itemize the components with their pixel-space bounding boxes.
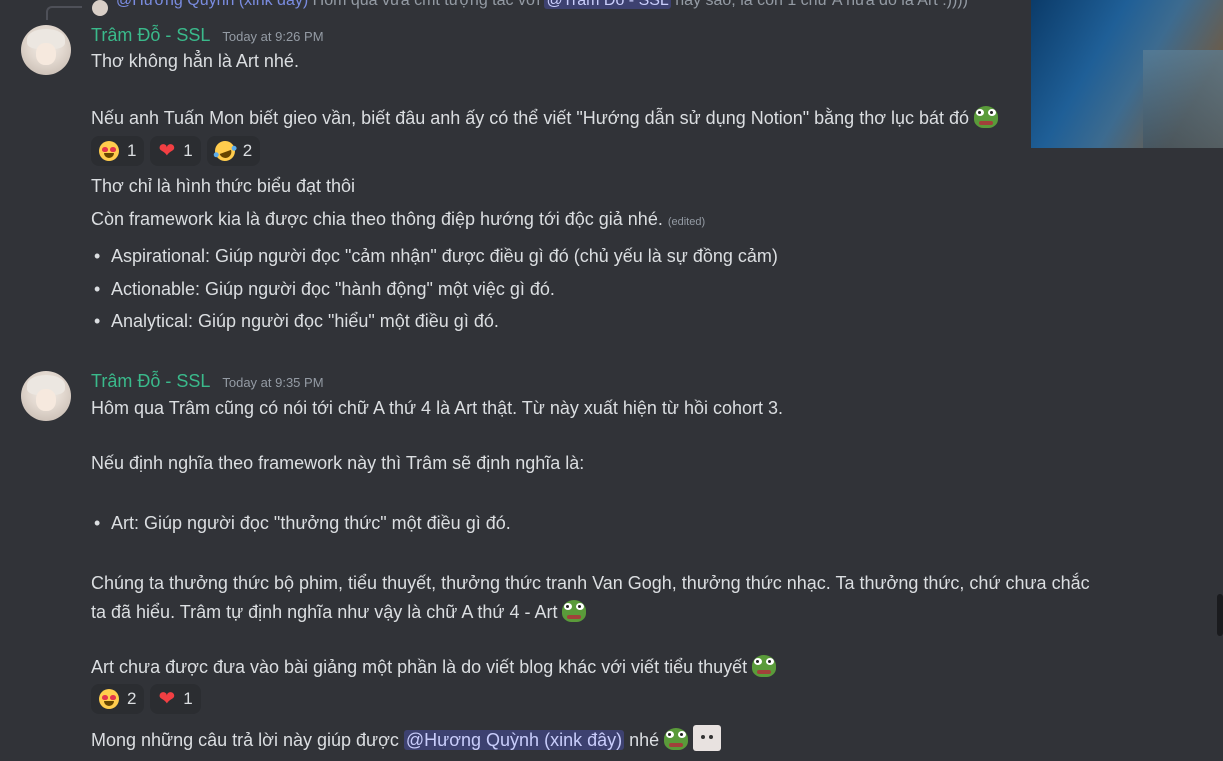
reply-text-after: hay sao, là còn 1 chữ A nữa đó là Art :)… (675, 0, 968, 9)
reaction-count: 1 (183, 689, 193, 708)
message-line: Art chưa được đưa vào bài giảng một phần… (91, 655, 777, 678)
message-line: Hôm qua Trâm cũng có nói tới chữ A thứ 4… (91, 398, 784, 418)
message-line: Chúng ta thưởng thức bộ phim, tiểu thuyế… (91, 573, 1090, 593)
list-item: Aspirational: Giúp người đọc "cảm nhận" … (94, 246, 778, 267)
reply-author[interactable]: @Hương Quỳnh (xink đây) (116, 0, 308, 9)
avatar[interactable] (21, 25, 71, 75)
message-text: ta đã hiểu. Trâm tự định nghĩa như vậy l… (91, 602, 558, 622)
author-name[interactable]: Trâm Đỗ - SSL (91, 25, 210, 46)
reaction-heart-eyes[interactable]: 2 (91, 684, 145, 714)
pepe-frog-emoji-icon (664, 728, 689, 750)
reply-text[interactable]: @Hương Quỳnh (xink đây) Hôm qua vừa cmt … (116, 0, 968, 10)
message-header: Trâm Đỗ - SSL Today at 9:35 PM (91, 371, 324, 392)
message-line: Nếu anh Tuấn Mon biết gieo vần, biết đâu… (91, 106, 999, 129)
reaction-count: 1 (183, 141, 193, 160)
cat-emoji-icon (693, 725, 722, 751)
reply-text-before: Hôm qua vừa cmt tượng tác với (312, 0, 541, 9)
heart-eyes-icon (99, 141, 119, 161)
rofl-icon (211, 138, 238, 164)
message-text: Art chưa được đưa vào bài giảng một phần… (91, 657, 748, 677)
avatar[interactable] (21, 371, 71, 421)
timestamp[interactable]: Today at 9:26 PM (222, 29, 323, 44)
heart-icon: ❤ (158, 140, 176, 162)
message-line: ta đã hiểu. Trâm tự định nghĩa như vậy l… (91, 600, 587, 623)
message-text: nhé (629, 730, 660, 750)
reaction-heart[interactable]: ❤ 1 (150, 684, 201, 714)
heart-eyes-icon (99, 689, 119, 709)
reactions-bar: 1 ❤ 1 2 (91, 136, 261, 166)
reactions-bar: 2 ❤ 1 (91, 684, 201, 714)
timestamp[interactable]: Today at 9:35 PM (222, 375, 323, 390)
heart-icon: ❤ (158, 688, 176, 710)
message-text: Nếu anh Tuấn Mon biết gieo vần, biết đâu… (91, 108, 970, 128)
list-item: Actionable: Giúp người đọc "hành động" m… (94, 279, 555, 300)
reaction-count: 1 (127, 141, 137, 160)
video-preview[interactable] (1031, 0, 1223, 148)
edited-label: (edited) (667, 216, 706, 228)
message-header: Trâm Đỗ - SSL Today at 9:26 PM (91, 25, 324, 46)
message-line: Nếu định nghĩa theo framework này thì Tr… (91, 453, 585, 473)
reaction-heart-eyes[interactable]: 1 (91, 136, 145, 166)
reaction-count: 2 (242, 141, 253, 160)
pepe-frog-emoji-icon (752, 655, 777, 677)
reply-avatar[interactable] (92, 0, 108, 16)
user-mention[interactable]: @Hương Quỳnh (xink đây) (403, 730, 625, 750)
message-line: Còn framework kia là được chia theo thôn… (91, 209, 705, 230)
reply-mention[interactable]: @Trâm Đỗ - SSL (544, 0, 671, 9)
message-line: Thơ chỉ là hình thức biểu đạt thôi (91, 176, 356, 196)
reaction-heart[interactable]: ❤ 1 (150, 136, 201, 166)
reply-spine (46, 6, 82, 20)
message-text: Còn framework kia là được chia theo thôn… (91, 209, 663, 229)
scrollbar[interactable] (1217, 594, 1223, 636)
list-item: Art: Giúp người đọc "thưởng thức" một đi… (94, 513, 511, 534)
pepe-frog-emoji-icon (974, 106, 999, 128)
reaction-rofl[interactable]: 2 (206, 136, 261, 166)
message-text: Mong những câu trả lời này giúp được (91, 730, 399, 750)
message-line: Mong những câu trả lời này giúp được @Hư… (91, 725, 722, 751)
list-item: Analytical: Giúp người đọc "hiểu" một đi… (94, 311, 499, 332)
author-name[interactable]: Trâm Đỗ - SSL (91, 371, 210, 392)
message-line: Thơ không hẳn là Art nhé. (91, 51, 299, 71)
reaction-count: 2 (127, 689, 137, 708)
pepe-frog-emoji-icon (562, 600, 587, 622)
